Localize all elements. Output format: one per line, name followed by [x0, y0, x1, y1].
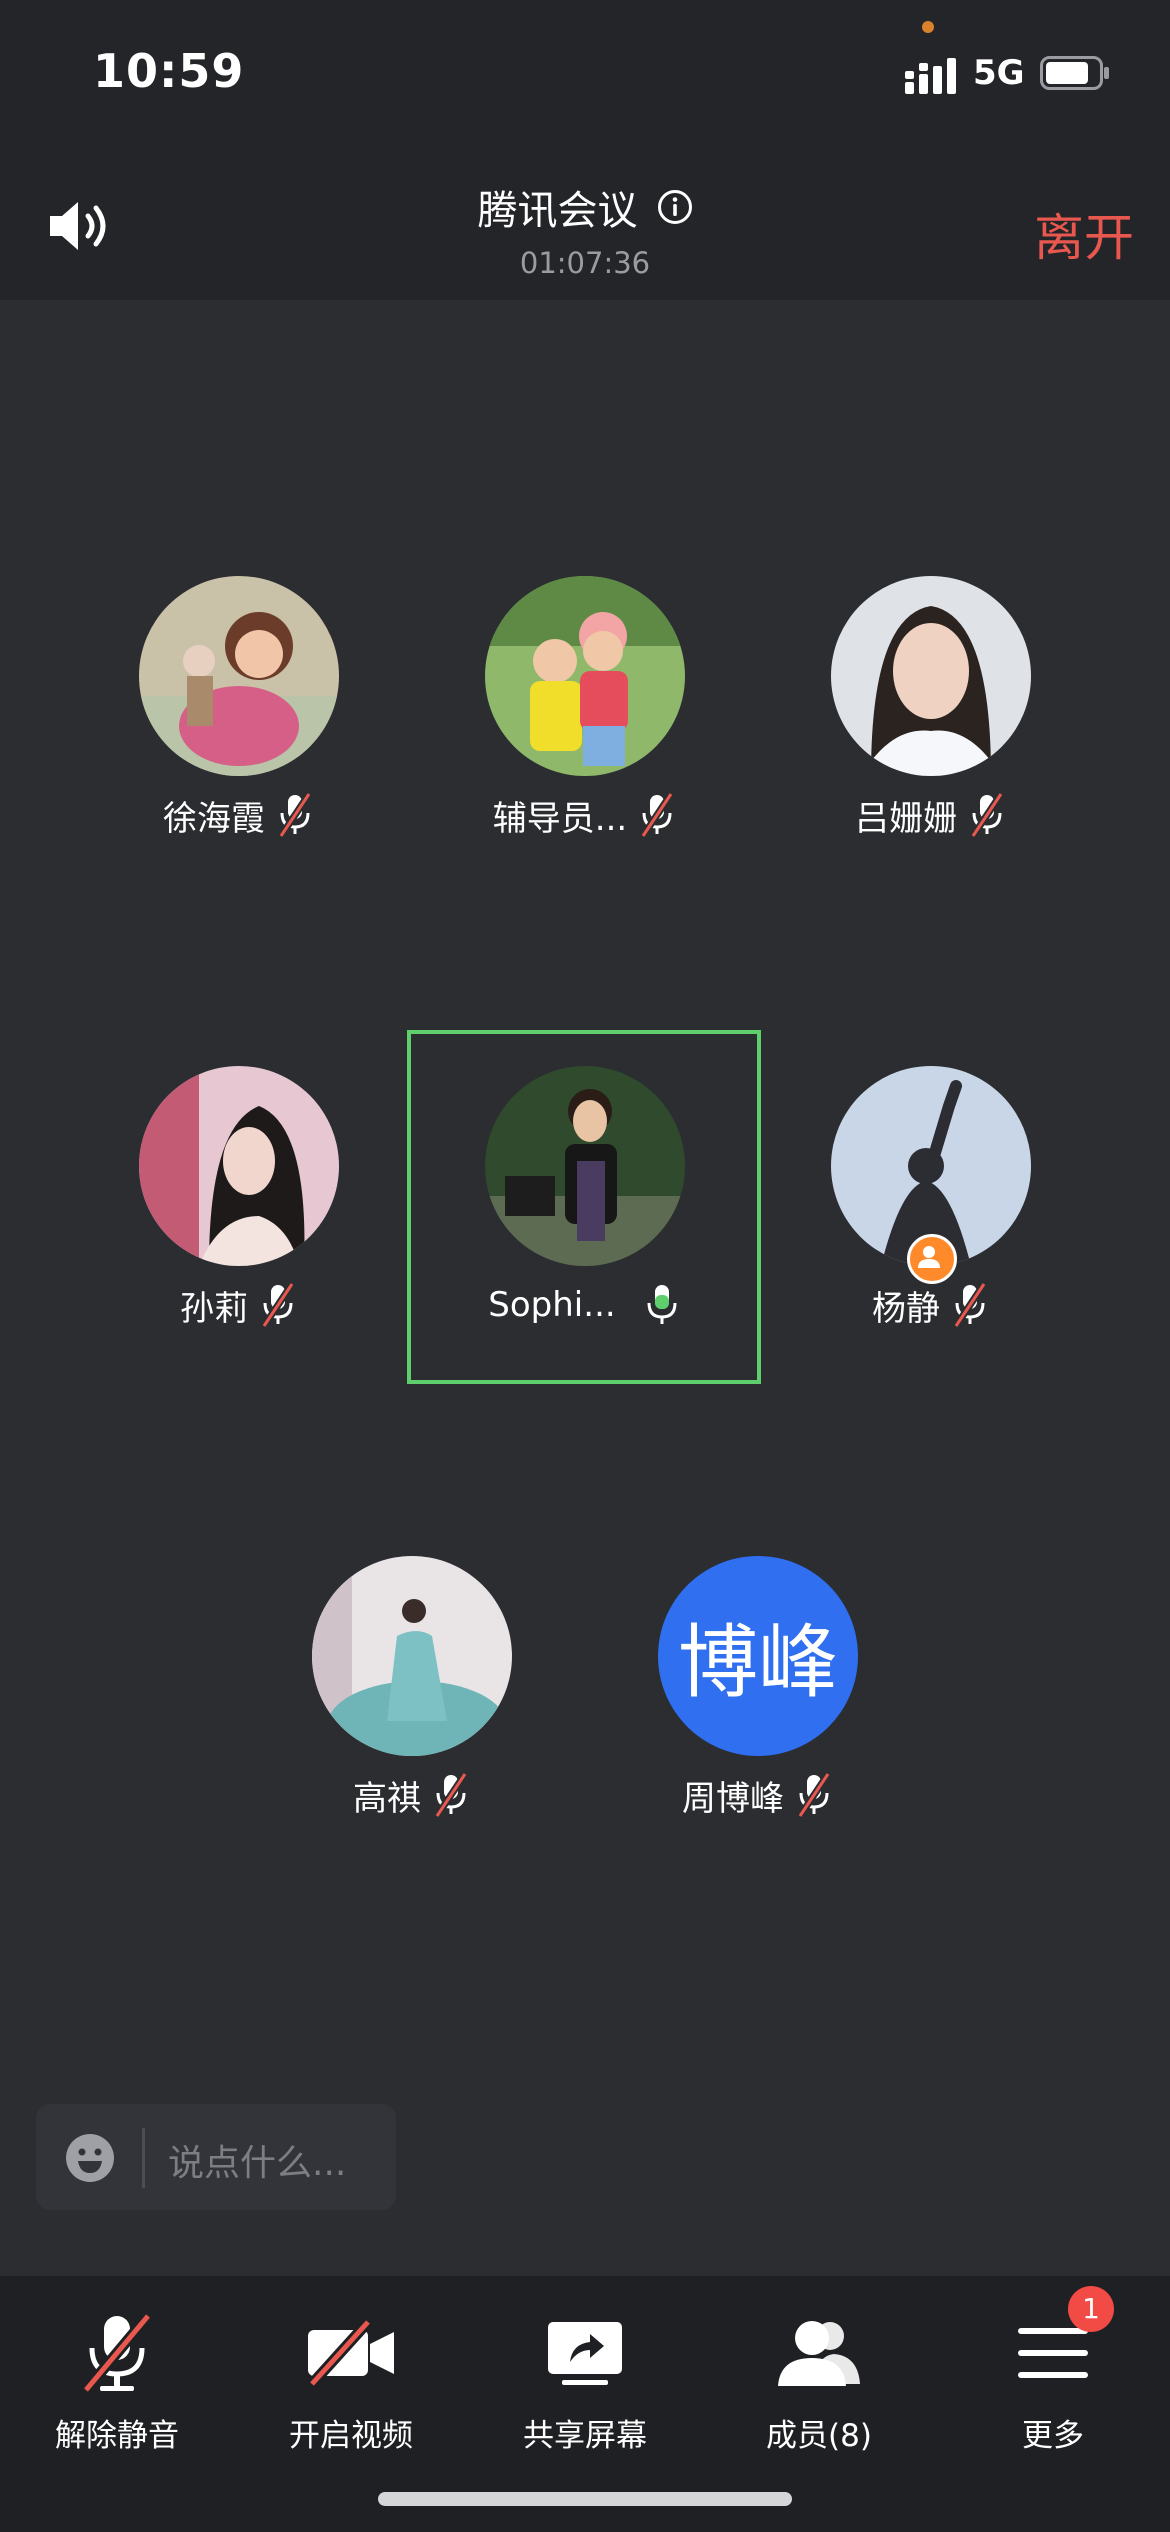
mic-muted-icon	[81, 2312, 153, 2394]
participant-tile[interactable]: 高祺	[232, 1556, 592, 1820]
meeting-title: 腾讯会议	[477, 188, 638, 234]
participant-name: 孙莉	[180, 1288, 248, 1329]
camera-indicator-dot	[922, 21, 934, 33]
members-icon	[778, 2321, 860, 2386]
participant-tile[interactable]: 徐海霞	[59, 576, 419, 840]
tool-icon-wrap	[540, 2308, 630, 2398]
participant-tile[interactable]: 辅导员...	[405, 576, 765, 840]
status-time: 10:59	[93, 44, 245, 98]
emoji-icon[interactable]	[64, 2132, 116, 2184]
participant-name-row: 吕姗姗	[751, 790, 1111, 840]
participant-name: 杨静	[872, 1288, 940, 1329]
participant-name-row: 周博峰	[578, 1770, 938, 1820]
chat-placeholder: 说点什么...	[168, 2143, 347, 2184]
start-video-button[interactable]: 开启视频	[234, 2276, 468, 2476]
avatar	[831, 576, 1031, 776]
participant-name: 高祺	[353, 1778, 421, 1819]
mic-muted-icon	[434, 1772, 468, 1818]
host-badge	[907, 1234, 957, 1284]
start-video-label: 开启视频	[289, 2418, 413, 2454]
participant-name-row: Sophi...	[405, 1280, 765, 1330]
participant-tile[interactable]: 孙莉	[59, 1066, 419, 1330]
share-screen-icon	[548, 2322, 622, 2385]
meeting-header: 腾讯会议 01:07:36 离开	[0, 140, 1170, 300]
participant-name-row: 徐海霞	[59, 790, 419, 840]
participant-tile[interactable]: 杨静	[751, 1066, 1111, 1330]
tool-icon-wrap	[774, 2308, 864, 2398]
participant-name-row: 高祺	[232, 1770, 592, 1820]
participant-tile[interactable]: 博峰 周博峰	[578, 1556, 938, 1820]
participant-name: 徐海霞	[163, 798, 265, 839]
mic-muted-icon	[640, 792, 675, 838]
host-user-icon	[918, 1246, 940, 1268]
participant-name: 吕姗姗	[855, 798, 957, 839]
status-bar: 10:59 5G	[0, 0, 1170, 140]
more-button[interactable]: 1 更多	[936, 2276, 1170, 2476]
tool-icon-wrap	[72, 2308, 162, 2398]
mic-muted-icon	[261, 1282, 295, 1328]
participant-name-row: 辅导员...	[405, 790, 765, 840]
meeting-duration: 01:07:36	[519, 246, 651, 280]
notification-badge: 1	[1068, 2286, 1114, 2332]
participant-name-row: 孙莉	[59, 1280, 419, 1330]
share-screen-label: 共享屏幕	[523, 2418, 647, 2454]
battery-icon	[1040, 56, 1109, 90]
members-button[interactable]: 成员(8)	[702, 2276, 936, 2476]
mic-muted-icon	[278, 792, 312, 838]
avatar	[485, 1066, 685, 1266]
members-label: 成员(8)	[766, 2418, 872, 2454]
tool-icon-wrap	[306, 2308, 396, 2398]
more-label: 更多	[1022, 2418, 1084, 2454]
participant-tile-speaking[interactable]: Sophi...	[405, 1066, 765, 1330]
avatar-initials: 博峰	[658, 1556, 858, 1756]
home-indicator[interactable]	[378, 2492, 792, 2506]
mic-muted-icon	[970, 792, 1004, 838]
meeting-title-wrap: 腾讯会议	[0, 178, 1170, 236]
avatar	[312, 1556, 512, 1756]
cellular-signal-icon	[905, 58, 956, 94]
unmute-button[interactable]: 解除静音	[0, 2276, 234, 2476]
avatar	[139, 576, 339, 776]
mic-active-icon	[647, 1285, 677, 1324]
mic-muted-icon	[953, 1282, 987, 1328]
leave-button[interactable]: 离开	[1034, 198, 1134, 270]
network-type: 5G	[973, 53, 1025, 93]
share-screen-button[interactable]: 共享屏幕	[468, 2276, 702, 2476]
participant-name: 周博峰	[682, 1778, 784, 1819]
info-icon[interactable]	[657, 189, 693, 225]
chat-divider	[142, 2128, 145, 2188]
mic-muted-icon	[797, 1772, 831, 1818]
participant-name-row: 杨静	[751, 1280, 1111, 1330]
avatar	[485, 576, 685, 776]
unmute-label: 解除静音	[55, 2418, 179, 2454]
chat-input[interactable]: 说点什么...	[36, 2104, 396, 2210]
video-off-icon	[307, 2318, 394, 2388]
participant-name: 辅导员...	[492, 798, 628, 839]
participant-tile[interactable]: 吕姗姗	[751, 576, 1111, 840]
avatar	[139, 1066, 339, 1266]
participant-name: Sophi...	[488, 1285, 616, 1325]
tool-icon-wrap: 1	[1008, 2286, 1114, 2398]
